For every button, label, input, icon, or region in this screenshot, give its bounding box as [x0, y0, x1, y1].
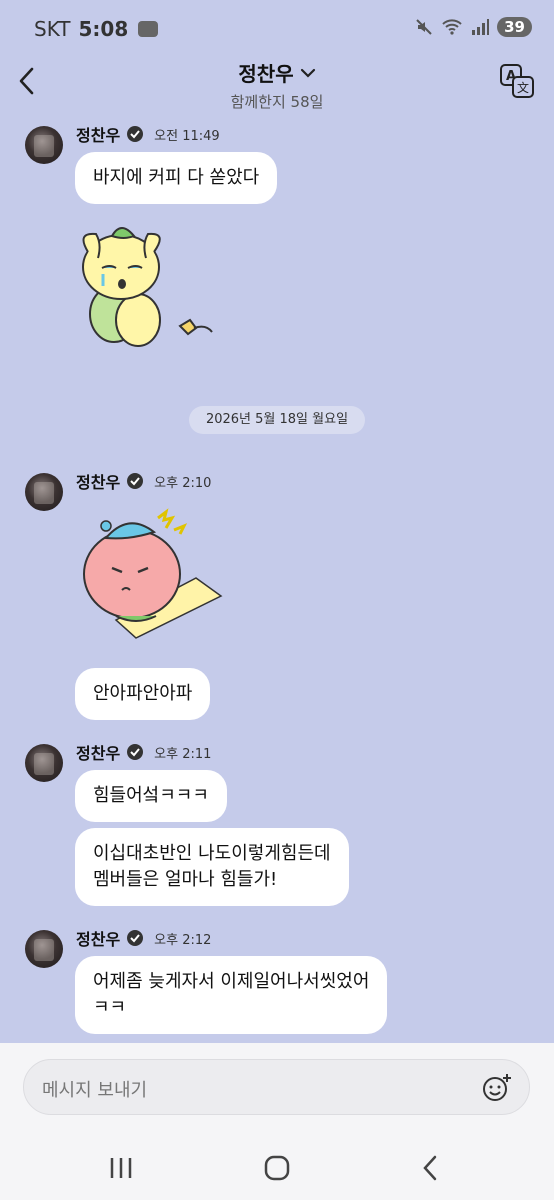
message-time: 오후 2:12: [154, 932, 212, 948]
message-bubble[interactable]: 힘들어섴ㅋㅋㅋ: [75, 770, 227, 822]
recent-apps-icon[interactable]: [106, 1153, 136, 1183]
wifi-icon: [442, 19, 462, 35]
message-time: 오후 2:10: [154, 475, 212, 491]
chat-title[interactable]: 정찬우: [238, 58, 315, 87]
avatar[interactable]: [25, 744, 63, 782]
sender-name: 정찬우: [76, 126, 121, 145]
chevron-down-icon: [300, 68, 315, 78]
verified-icon: [127, 930, 144, 946]
system-nav-bar: [0, 1133, 554, 1200]
battery-indicator: 39: [497, 17, 532, 37]
mute-icon: [416, 19, 432, 35]
composer: 메시지 보내기: [0, 1043, 554, 1133]
verified-icon: [127, 126, 144, 142]
avatar[interactable]: [25, 473, 63, 511]
carrier-label: SKT: [34, 17, 71, 41]
sender-name: 정찬우: [76, 744, 121, 763]
sender-name: 정찬우: [76, 930, 121, 949]
message-time: 오전 11:49: [154, 128, 220, 144]
chat-subtitle: 함께한지 58일: [230, 93, 324, 111]
message-bubble[interactable]: 이십대초반인 나도이렇게힘든데 멤버들은 얼마나 힘들가!: [75, 828, 349, 906]
message-input-placeholder: 메시지 보내기: [42, 1080, 148, 1101]
emoji-add-icon[interactable]: [481, 1072, 513, 1104]
avatar[interactable]: [25, 930, 63, 968]
date-divider: 2026년 5월 18일 월요일: [189, 406, 365, 434]
chat-title-text: 정찬우: [238, 62, 294, 86]
sticker-yellow-puppy[interactable]: [76, 222, 226, 362]
sender-name: 정찬우: [76, 473, 121, 492]
message-bubble[interactable]: 안아파안아파: [75, 668, 211, 720]
avatar[interactable]: [25, 126, 63, 164]
translate-icon[interactable]: A 文: [498, 62, 536, 100]
home-icon[interactable]: [262, 1153, 292, 1183]
signal-icon: [472, 19, 490, 35]
clock: 5:08: [78, 17, 129, 41]
verified-icon: [127, 473, 144, 489]
status-bar: SKT 5:08 39: [0, 0, 554, 56]
message-time: 오후 2:11: [154, 746, 212, 762]
verified-icon: [127, 744, 144, 760]
svg-text:文: 文: [517, 80, 529, 95]
nav-back-icon[interactable]: [416, 1153, 446, 1183]
notification-icon: [138, 21, 159, 37]
message-input[interactable]: 메시지 보내기: [23, 1059, 530, 1115]
message-bubble[interactable]: 어제좀 늦게자서 이제일어나서씻었어 ㅋㅋ: [75, 956, 388, 1034]
message-bubble[interactable]: 바지에 커피 다 쏟았다: [75, 152, 278, 204]
sticker-pink-sick[interactable]: [76, 508, 226, 644]
chat-header: 정찬우 함께한지 58일 A 文: [0, 56, 554, 118]
